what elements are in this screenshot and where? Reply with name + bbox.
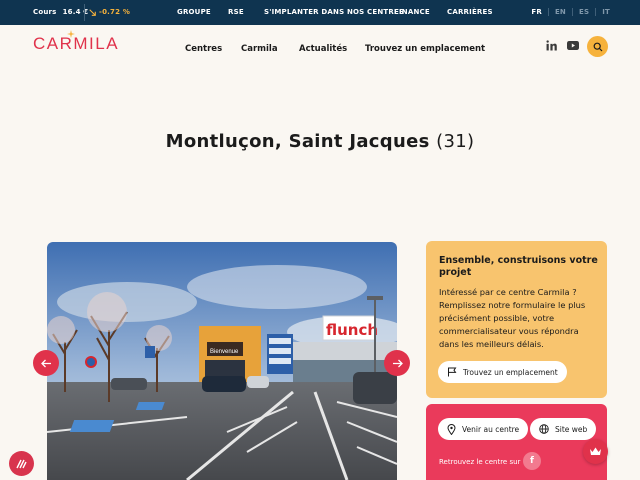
centre-photo: Bienvenue flunch — [47, 242, 397, 480]
lang-it[interactable]: IT — [602, 8, 610, 16]
divider — [84, 4, 85, 21]
top-nav-groupe[interactable]: GROUPE — [177, 8, 211, 16]
trend-down-icon — [89, 8, 96, 16]
stock-change: -0.72 % — [89, 8, 130, 16]
crown-icon — [590, 447, 601, 455]
nav-carmila[interactable]: Carmila — [241, 44, 278, 54]
linkedin-icon[interactable] — [546, 40, 557, 51]
flag-icon — [448, 367, 457, 377]
find-location-label: Trouvez un emplacement — [463, 367, 558, 377]
carousel-next-button[interactable] — [384, 350, 410, 376]
youtube-icon[interactable] — [567, 41, 579, 50]
search-icon — [593, 42, 602, 51]
lang-en[interactable]: EN — [555, 8, 566, 16]
divider — [571, 8, 573, 16]
arrow-right-icon — [392, 359, 403, 367]
flunch-sign: flunch — [326, 321, 378, 339]
website-button[interactable]: Site web — [530, 418, 597, 440]
main-header: CARMILA Centres Carmila Actualités Trouv… — [0, 25, 640, 71]
divider — [595, 8, 597, 16]
project-card: Ensemble, construisons votre projet Inté… — [426, 241, 607, 398]
carousel-prev-button[interactable] — [33, 350, 59, 376]
stock-label: Cours — [33, 8, 57, 16]
lang-fr[interactable]: FR — [531, 8, 542, 16]
accessibility-button[interactable] — [9, 451, 34, 476]
centre-name: Montluçon, Saint Jacques — [165, 131, 430, 152]
search-button[interactable] — [587, 36, 608, 57]
arrow-left-icon — [40, 359, 51, 367]
divider — [547, 8, 549, 16]
lang-es[interactable]: ES — [579, 8, 589, 16]
logo-star-icon — [67, 30, 75, 38]
centre-count: (31) — [436, 131, 475, 152]
location-pin-icon — [447, 423, 456, 435]
find-location-button[interactable]: Trouvez un emplacement — [438, 361, 567, 383]
top-nav-finance[interactable]: FINANCE — [394, 8, 430, 16]
entrance-sign: Bienvenue — [210, 349, 239, 355]
nav-actualites[interactable]: Actualités — [299, 44, 347, 54]
shopping-centre-image: Bienvenue flunch — [47, 242, 397, 480]
links-card: Venir au centre Site web Retrouvez le ce… — [426, 404, 607, 480]
page-title: Montluçon, Saint Jacques (31) — [0, 131, 640, 152]
top-nav-rse[interactable]: RSE — [228, 8, 244, 16]
top-nav-carrieres[interactable]: CARRIÈRES — [447, 8, 493, 16]
website-label: Site web — [555, 424, 588, 434]
logo-text: CARMILA — [33, 34, 120, 53]
nav-centres[interactable]: Centres — [185, 44, 222, 54]
carmila-logo[interactable]: CARMILA — [33, 30, 120, 54]
directions-button[interactable]: Venir au centre — [438, 418, 529, 440]
language-switcher: FR EN ES IT — [531, 8, 610, 16]
project-card-text: Intéressé par ce centre Carmila ? Rempli… — [439, 287, 586, 349]
follow-centre-text: Retrouvez le centre sur — [439, 458, 521, 466]
stock-ticker: Cours 16.4 € — [33, 8, 88, 16]
facebook-icon[interactable]: f — [523, 452, 541, 470]
directions-label: Venir au centre — [462, 424, 520, 434]
stock-change-value: -0.72 % — [99, 8, 131, 16]
top-bar: Cours 16.4 € -0.72 % GROUPE RSE S'IMPLAN… — [0, 0, 640, 25]
accessibility-icon — [16, 459, 27, 469]
top-nav-implanter[interactable]: S'IMPLANTER DANS NOS CENTRES — [264, 8, 404, 16]
project-card-title: Ensemble, construisons votre projet — [439, 255, 598, 278]
globe-icon — [539, 424, 549, 434]
nav-trouvez-emplacement[interactable]: Trouvez un emplacement — [365, 44, 485, 54]
crown-button[interactable] — [583, 439, 608, 464]
